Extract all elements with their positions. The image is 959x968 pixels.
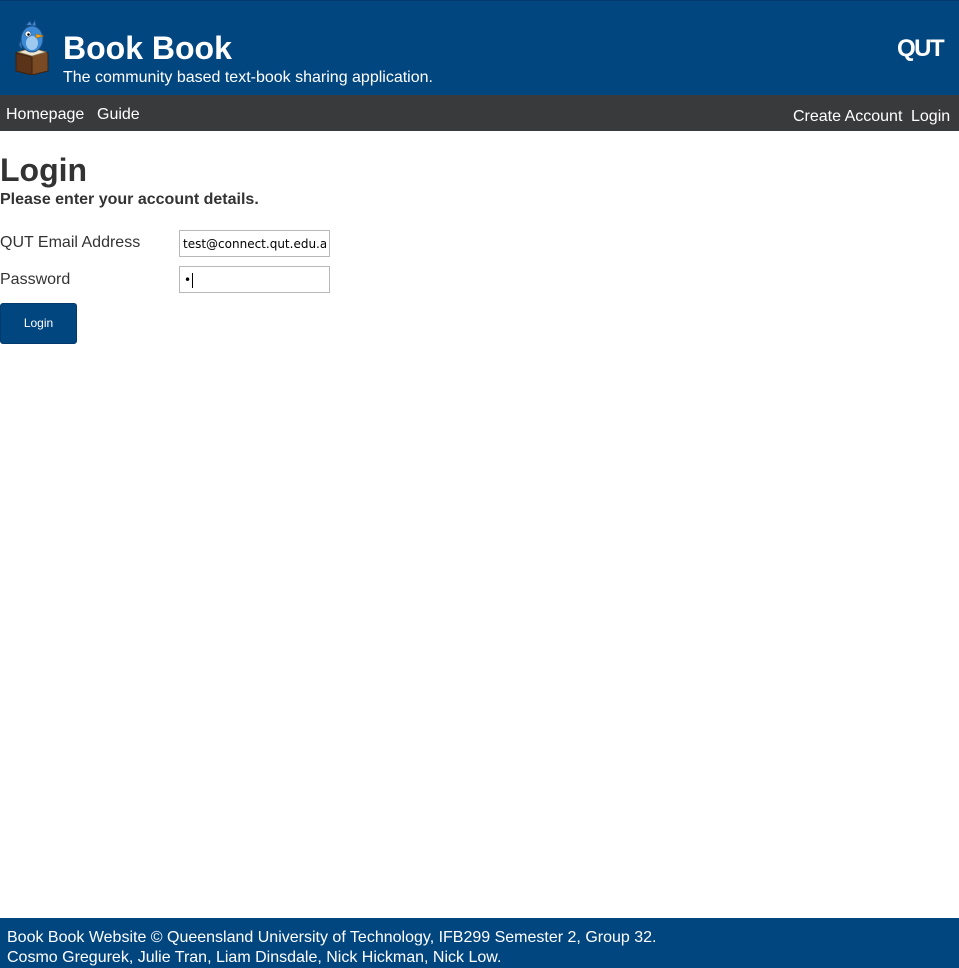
main-navbar: Homepage Guide Create Account Login [0, 95, 959, 131]
nav-login-link[interactable]: Login [911, 107, 950, 127]
site-tagline: The community based text-book sharing ap… [63, 69, 433, 86]
site-header: Book Book The community based text-book … [0, 0, 959, 95]
nav-homepage-link[interactable]: Homepage [6, 105, 84, 125]
footer-copyright: Book Book Website © Queensland Universit… [7, 929, 657, 946]
page-title: Login [0, 152, 88, 188]
email-label: QUT Email Address [0, 234, 141, 251]
password-mask: • [184, 273, 192, 287]
nav-guide-link[interactable]: Guide [97, 105, 140, 125]
password-label: Password [0, 271, 71, 288]
email-field[interactable] [179, 230, 330, 257]
login-button[interactable]: Login [0, 303, 77, 344]
page-subtitle: Please enter your account details. [0, 191, 259, 208]
page: Book Book The community based text-book … [0, 0, 959, 968]
text-caret [192, 273, 193, 288]
nav-create-account-link[interactable]: Create Account [793, 107, 902, 127]
site-title[interactable]: Book Book [63, 29, 232, 67]
password-field[interactable]: • [179, 266, 330, 293]
qut-logo[interactable]: QUT [897, 35, 945, 63]
bird-on-book-icon[interactable] [14, 19, 50, 75]
footer-credits: Cosmo Gregurek, Julie Tran, Liam Dinsdal… [7, 949, 502, 966]
